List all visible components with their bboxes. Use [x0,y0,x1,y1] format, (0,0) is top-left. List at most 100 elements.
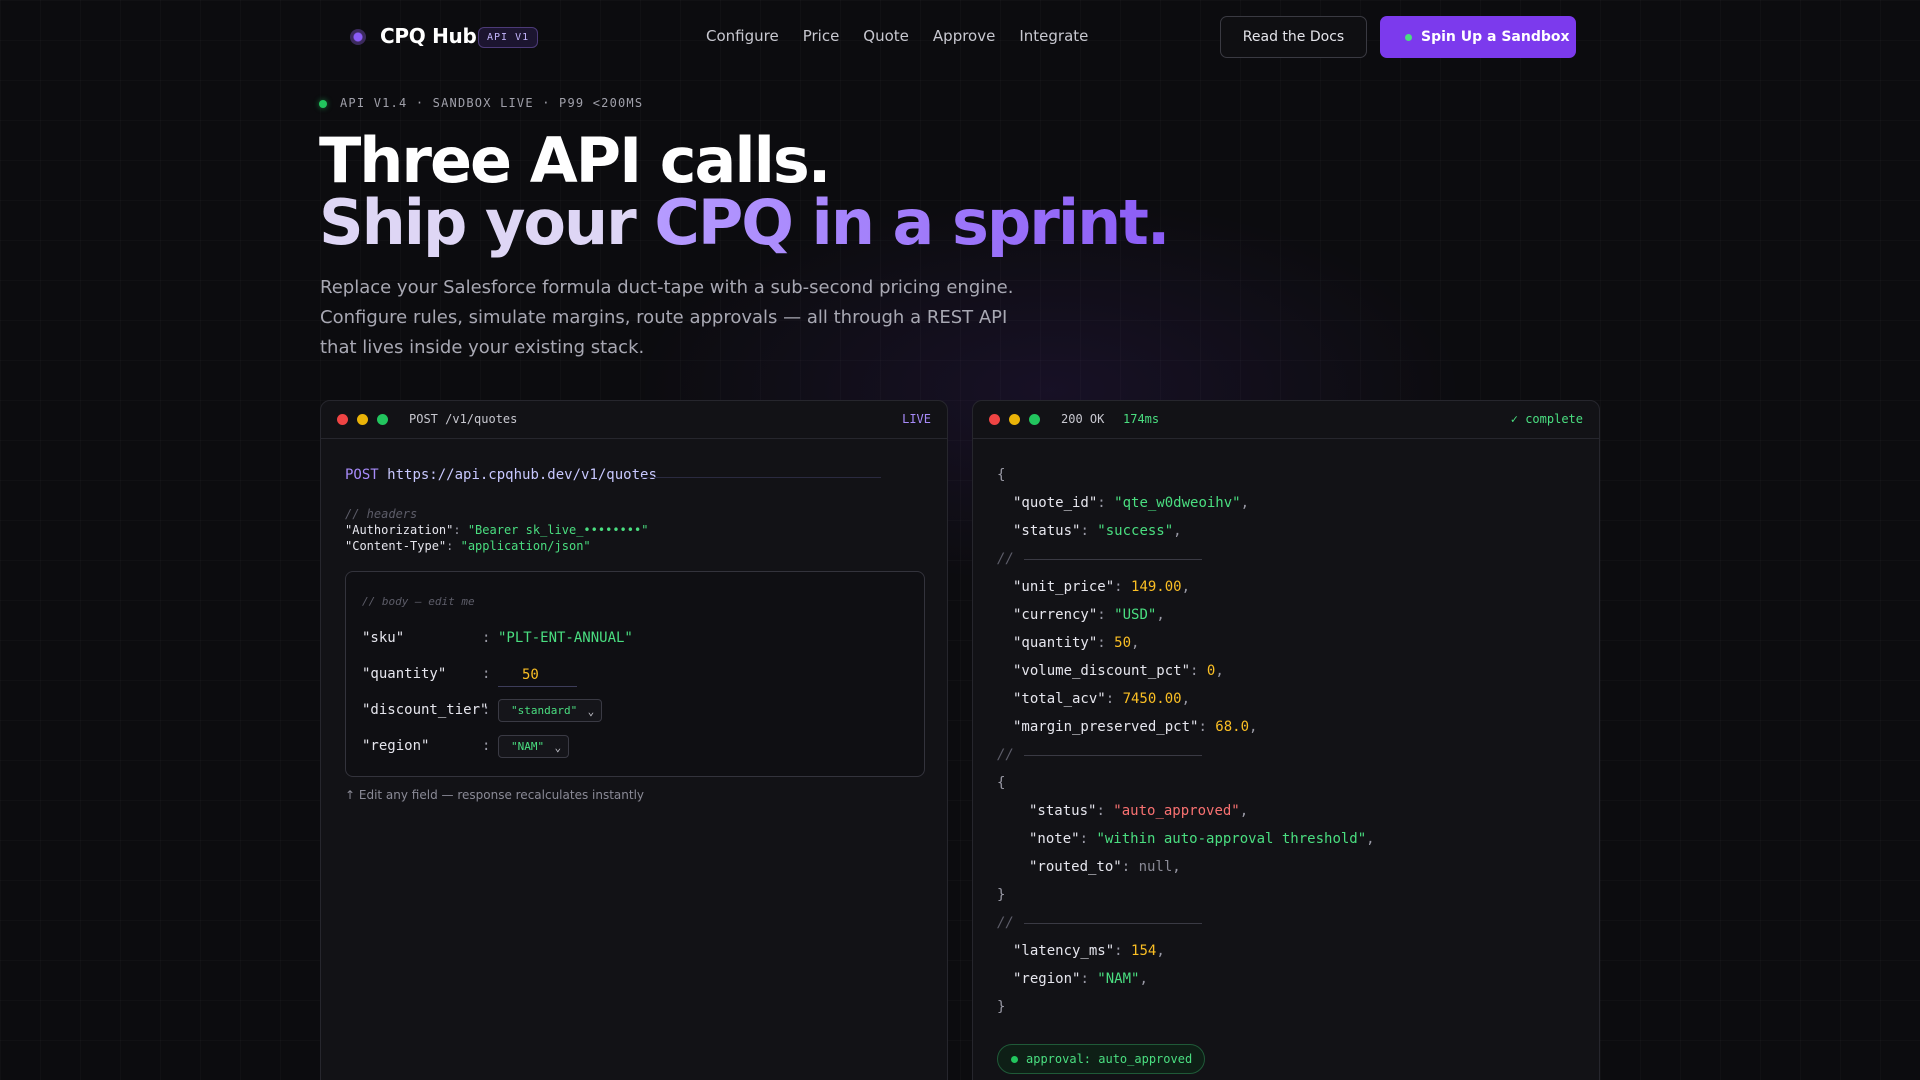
total-acv-value: 7450.00 [1122,691,1182,707]
nav-link-configure[interactable]: Configure [706,27,779,45]
json-separator: // [997,915,1202,931]
headline-line-2: Ship your CPQ in a sprint. [319,192,1170,254]
header-key: "Authorization" [345,523,454,537]
live-label: LIVE [902,412,931,426]
headers-comment: // headers [345,507,418,521]
hero-subtitle: Replace your Salesforce formula duct-tap… [320,277,1014,358]
json-brace: } [997,999,1006,1015]
header-content-type: "Content-Type": "application/json" [345,539,591,553]
request-line: POST https://api.cpqhub.dev/v1/quotes [345,467,657,483]
request-url: https://api.cpqhub.dev/v1/quotes [387,467,657,483]
approval-badge-label: approval: auto_approved [1026,1052,1193,1066]
nav-link-approve[interactable]: Approve [933,27,995,45]
api-status-line: API V1.4 · SANDBOX LIVE · P99 <200MS [340,96,644,110]
region-value: "NAM" [511,740,545,753]
nav-link-quote[interactable]: Quote [863,27,909,45]
request-panel-header: POST /v1/quotes LIVE [321,401,947,439]
live-status-dot [319,100,327,108]
field-key: "region" [362,738,430,754]
routed-to-value: null [1138,859,1173,875]
field-key: "quantity" [362,666,447,682]
sandbox-status-dot [1405,34,1412,41]
window-maximize-dot [1029,414,1040,425]
logo-text[interactable]: CPQ Hub [380,24,477,48]
approval-note-value: "within auto-approval threshold" [1096,831,1367,847]
body-comment: // body — edit me [362,595,475,608]
json-quote-id: "quote_id": "qte_w0dweoihv", [1013,495,1250,511]
field-key: "discount_tier" [362,702,489,718]
region-select[interactable]: "NAM" ⌄ [498,735,570,758]
window-minimize-dot [1009,414,1020,425]
region-value: "NAM" [1097,971,1140,987]
json-unit-price: "unit_price": 149.00, [1013,579,1191,595]
request-endpoint-title: POST /v1/quotes [409,412,518,426]
json-latency: "latency_ms": 154, [1013,943,1165,959]
nav-links: Configure Price Quote Approve Integrate [706,27,1112,45]
header-value: "application/json" [460,539,591,553]
json-approval-status: "status": "auto_approved", [1029,803,1249,819]
response-panel: 200 OK 174ms ✓ complete { "quote_id": "q… [972,400,1600,1080]
top-nav: CPQ Hub API V1 Configure Price Quote App… [0,0,1920,74]
json-brace: { [997,775,1006,791]
chevron-down-icon: ⌄ [587,705,595,718]
quantity-value: 50 [1114,635,1132,651]
latency-value: 154 [1131,943,1157,959]
json-brace: { [997,467,1006,483]
quantity-input[interactable] [498,663,577,687]
complete-label: ✓ complete [1510,412,1583,426]
request-divider [641,477,881,478]
logo-icon [350,29,366,45]
window-maximize-dot [377,414,388,425]
edit-hint: ↑ Edit any field — response recalculates… [345,788,645,802]
nav-link-price[interactable]: Price [803,27,840,45]
field-sku: "sku" : "PLT-ENT-ANNUAL" [362,630,633,646]
quote-id-value: "qte_w0dweoihv" [1114,495,1241,511]
margin-value: 68.0 [1215,719,1250,735]
headline-accent: CPQ in a sprint. [654,186,1170,259]
approval-dot [1011,1056,1018,1063]
json-routed-to: "routed_to": null, [1029,859,1181,875]
api-version-badge: API V1 [478,27,539,48]
window-minimize-dot [357,414,368,425]
sku-value: "PLT-ENT-ANNUAL" [498,630,633,646]
json-margin: "margin_preserved_pct": 68.0, [1013,719,1258,735]
response-panel-header: 200 OK 174ms ✓ complete [973,401,1599,439]
window-close-dot [989,414,1000,425]
field-discount-tier: "discount_tier" : "standard" ⌄ [362,699,902,723]
approval-status-badge: approval: auto_approved [997,1044,1206,1074]
discount-tier-select[interactable]: "standard" ⌄ [498,699,603,722]
header-key: "Content-Type" [345,539,447,553]
status-value: "success" [1097,523,1174,539]
json-quantity: "quantity": 50, [1013,635,1140,651]
json-approval-note: "note": "within auto-approval threshold"… [1029,831,1375,847]
response-status: 200 OK [1061,412,1105,426]
spin-up-sandbox-button[interactable]: Spin Up a Sandbox [1380,16,1576,58]
nav-link-integrate[interactable]: Integrate [1019,27,1088,45]
request-panel: POST /v1/quotes LIVE POST https://api.cp… [320,400,948,1080]
header-authorization: "Authorization": "Bearer sk_live_•••••••… [345,523,649,537]
request-body-editor: // body — edit me "sku" : "PLT-ENT-ANNUA… [345,571,925,777]
approval-status-value: "auto_approved" [1113,803,1240,819]
discount-tier-value: "standard" [511,704,578,717]
currency-value: "USD" [1114,607,1157,623]
header-value: "Bearer sk_live_••••••••" [467,523,649,537]
field-key: "sku" [362,630,405,646]
json-region: "region": "NAM", [1013,971,1148,987]
json-total-acv: "total_acv": 7450.00, [1013,691,1191,707]
json-brace: } [997,887,1006,903]
json-currency: "currency": "USD", [1013,607,1165,623]
headline-lead: Ship your [319,186,655,259]
json-separator: // [997,747,1202,763]
json-volume-discount: "volume_discount_pct": 0, [1013,663,1224,679]
http-method: POST [345,467,379,483]
chevron-down-icon: ⌄ [554,741,562,754]
headline-line-1: Three API calls. [319,124,831,197]
window-close-dot [337,414,348,425]
field-quantity: "quantity" : [362,663,902,687]
json-separator: // [997,551,1202,567]
field-region: "region" : "NAM" ⌄ [362,735,902,759]
json-status: "status": "success", [1013,523,1182,539]
response-time: 174ms [1123,412,1160,426]
sandbox-button-label: Spin Up a Sandbox [1421,29,1570,45]
read-docs-button[interactable]: Read the Docs [1220,16,1367,58]
